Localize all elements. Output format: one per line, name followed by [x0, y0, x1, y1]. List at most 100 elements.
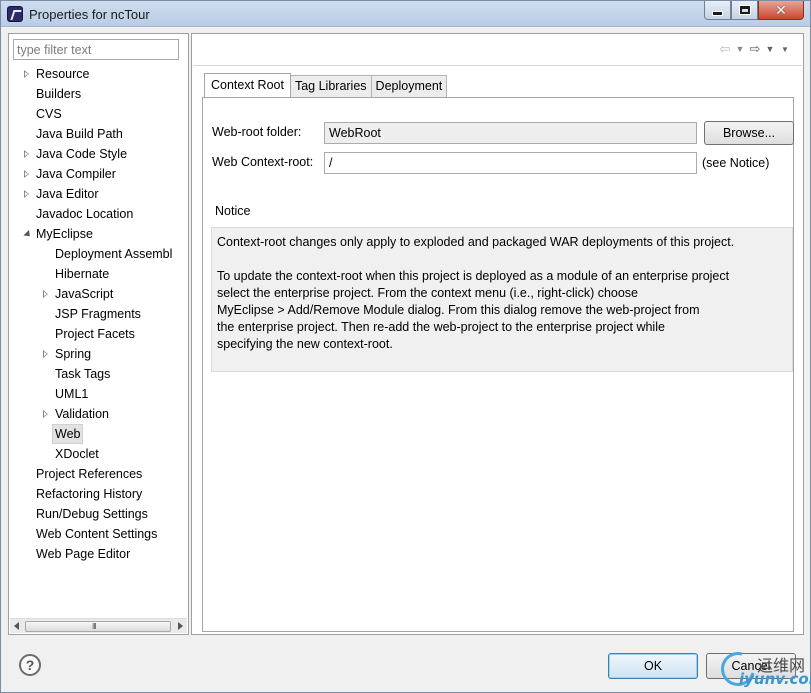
collapsed-twisty-icon[interactable]: [24, 170, 29, 178]
watermark-text-url: iyunv.com: [739, 670, 811, 688]
collapsed-twisty-icon[interactable]: [24, 150, 29, 158]
tab-context-root[interactable]: Context Root: [204, 73, 291, 97]
tree-item-label: Project Facets: [55, 327, 135, 341]
context-root-label: Web Context-root:: [212, 155, 314, 169]
close-button[interactable]: ✕: [758, 1, 804, 20]
tree-item-uml1[interactable]: UML1: [9, 384, 188, 404]
tree-item-myeclipse[interactable]: MyEclipse: [9, 224, 188, 244]
tree-item-refactoring-history[interactable]: Refactoring History: [9, 484, 188, 504]
maximize-button[interactable]: [731, 1, 758, 20]
notice-line: To update the context-root when this pro…: [217, 269, 730, 283]
scroll-right-icon[interactable]: [178, 622, 183, 630]
watermark-logo: 运维网 iyunv.com: [714, 645, 811, 693]
tree-item-web-content-settings[interactable]: Web Content Settings: [9, 524, 188, 544]
ok-button[interactable]: OK: [608, 653, 698, 679]
tree-item-hibernate[interactable]: Hibernate: [9, 264, 188, 284]
tree-item-task-tags[interactable]: Task Tags: [9, 364, 188, 384]
tree-item-label: UML1: [55, 387, 89, 401]
tree-item-validation[interactable]: Validation: [9, 404, 188, 424]
tree-item-label: Deployment Assembl: [55, 247, 173, 261]
notice-line: the enterprise project. Then re-add the …: [217, 320, 665, 334]
collapsed-twisty-icon[interactable]: [43, 290, 48, 298]
tab-tag-libraries[interactable]: Tag Libraries: [289, 75, 372, 97]
tree-item-label: Resource: [36, 67, 90, 81]
collapsed-twisty-icon[interactable]: [43, 410, 48, 418]
back-arrow-icon[interactable]: ⇦: [717, 41, 733, 56]
page-navigation: ⇦ ▼ ⇨ ▼ ▼: [717, 41, 793, 56]
notice-line: select the enterprise project. From the …: [217, 286, 639, 300]
tree-item-xdoclet[interactable]: XDoclet: [9, 444, 188, 464]
tree-item-label: Web Page Editor: [36, 547, 131, 561]
window-controls: ✕: [704, 1, 804, 20]
minimize-button[interactable]: [704, 1, 731, 20]
context-root-panel: Web-root folder: WebRoot Browse... Web C…: [202, 97, 794, 632]
tree-item-project-references[interactable]: Project References: [9, 464, 188, 484]
property-pages-pane: Resource Builders CVS Java Build Path Java C…: [8, 33, 189, 635]
tree-item-label: Project References: [36, 467, 143, 481]
collapsed-twisty-icon[interactable]: [24, 190, 29, 198]
tree-item-web-page-editor[interactable]: Web Page Editor: [9, 544, 188, 564]
tab-strip: Context Root Tag Libraries Deployment: [204, 73, 448, 97]
tree-item-run-debug-settings[interactable]: Run/Debug Settings: [9, 504, 188, 524]
tree-item-label: Web: [52, 424, 84, 444]
scrollbar-grip: III: [92, 622, 97, 631]
tree-item-label: MyEclipse: [36, 227, 93, 241]
tree-item-label: Javadoc Location: [36, 207, 134, 221]
help-button[interactable]: ?: [19, 654, 41, 676]
window-title: Properties for ncTour: [29, 7, 150, 22]
tree-item-label: XDoclet: [55, 447, 99, 461]
tab-deployment[interactable]: Deployment: [370, 75, 448, 97]
tree-item-web[interactable]: Web: [9, 424, 188, 444]
horizontal-scrollbar[interactable]: III: [10, 618, 187, 633]
property-page-pane: ⇦ ▼ ⇨ ▼ ▼ Context Root Tag Libraries Deplo…: [191, 33, 804, 635]
tree-item-resource[interactable]: Resource: [9, 64, 188, 84]
notice-line: MyEclipse > Add/Remove Module dialog. Fr…: [217, 303, 700, 317]
tree-item-label: Task Tags: [55, 367, 111, 381]
tree-item-javadoc-location[interactable]: Javadoc Location: [9, 204, 188, 224]
scroll-left-icon[interactable]: [14, 622, 19, 630]
back-dropdown-icon[interactable]: ▼: [735, 42, 745, 56]
close-icon: ✕: [775, 2, 787, 18]
tree-item-label: Validation: [55, 407, 109, 421]
tree-item-label: Java Code Style: [36, 147, 128, 161]
tree-item-project-facets[interactable]: Project Facets: [9, 324, 188, 344]
tree-item-java-build-path[interactable]: Java Build Path: [9, 124, 188, 144]
tree-item-label: Refactoring History: [36, 487, 143, 501]
filter-input[interactable]: [13, 39, 179, 60]
tree-item-label: Run/Debug Settings: [36, 507, 148, 521]
minimize-icon: [713, 11, 722, 15]
tree-item-java-editor[interactable]: Java Editor: [9, 184, 188, 204]
title-bar[interactable]: Properties for ncTour ✕: [1, 1, 810, 27]
tree-item-label: Hibernate: [55, 267, 110, 281]
context-root-input[interactable]: /: [324, 152, 697, 174]
expanded-twisty-icon[interactable]: [23, 229, 33, 240]
tree-item-label: CVS: [36, 107, 62, 121]
tree-item-label: JavaScript: [55, 287, 114, 301]
view-menu-icon[interactable]: ▼: [777, 42, 793, 56]
notice-text-box: Context-root changes only apply to explo…: [211, 227, 793, 372]
tree-item-label: Builders: [36, 87, 82, 101]
property-pages-tree: Resource Builders CVS Java Build Path Java C…: [9, 64, 188, 564]
tree-item-label: JSP Fragments: [55, 307, 141, 321]
tree-item-spring[interactable]: Spring: [9, 344, 188, 364]
forward-dropdown-icon[interactable]: ▼: [765, 42, 775, 56]
tree-item-label: Web Content Settings: [36, 527, 158, 541]
tree-item-label: Java Build Path: [36, 127, 123, 141]
tree-item-label: Spring: [55, 347, 92, 361]
see-notice-text: (see Notice): [702, 156, 770, 170]
scrollbar-thumb[interactable]: III: [25, 621, 171, 632]
tree-item-jsp-fragments[interactable]: JSP Fragments: [9, 304, 188, 324]
tree-item-deployment-assembl[interactable]: Deployment Assembl: [9, 244, 188, 264]
browse-button[interactable]: Browse...: [704, 121, 794, 145]
tree-item-label: Java Compiler: [36, 167, 116, 181]
tree-item-javascript[interactable]: JavaScript: [9, 284, 188, 304]
collapsed-twisty-icon[interactable]: [43, 350, 48, 358]
tree-item-java-code-style[interactable]: Java Code Style: [9, 144, 188, 164]
collapsed-twisty-icon[interactable]: [24, 70, 29, 78]
forward-arrow-icon[interactable]: ⇨: [747, 41, 763, 56]
header-divider: [193, 65, 802, 66]
tree-item-java-compiler[interactable]: Java Compiler: [9, 164, 188, 184]
tree-item-cvs[interactable]: CVS: [9, 104, 188, 124]
tree-item-builders[interactable]: Builders: [9, 84, 188, 104]
notice-heading: Notice: [215, 204, 251, 218]
